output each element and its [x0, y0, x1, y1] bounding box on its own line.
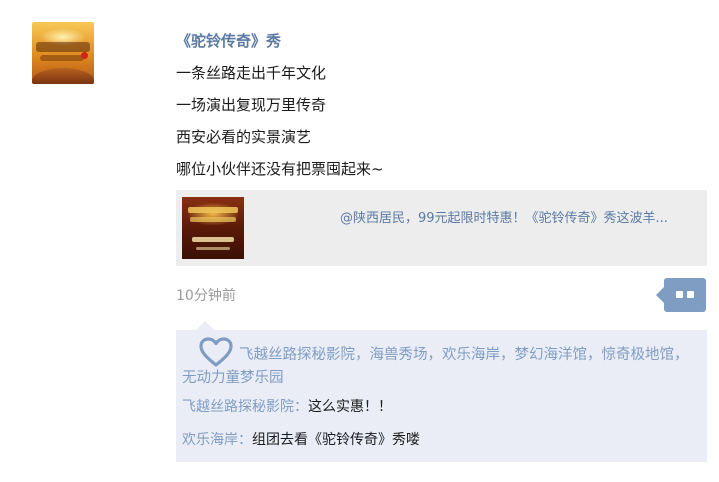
comment-separator: ：: [294, 399, 308, 415]
post-text-line-4: 哪位小伙伴还没有把票囤起来~: [176, 160, 384, 178]
comment-separator: ：: [238, 432, 252, 448]
link-title: @陕西居民，99元起限时特惠！《驼铃传奇》秀这波羊...: [340, 211, 668, 226]
likes-list[interactable]: 飞越丝路探秘影院，海兽秀场，欢乐海岸，梦幻海洋馆，惊奇极地馆，无动力童梦乐园: [182, 344, 702, 390]
comment-author[interactable]: 飞越丝路探秘影院: [182, 399, 294, 415]
comment-text: 这么实惠！！: [308, 399, 392, 415]
comment-author[interactable]: 欢乐海岸: [182, 432, 238, 448]
more-actions-button[interactable]: [656, 278, 706, 312]
post-text-line-1: 一条丝路走出千年文化: [176, 64, 327, 82]
more-actions-icon: [676, 291, 683, 298]
post-timestamp: 10分钟前: [176, 288, 236, 304]
thumbnail-logo-art: [192, 237, 234, 242]
comment-text: 组团去看《驼铃传奇》秀喽: [252, 432, 420, 448]
author-name[interactable]: 《驼铃传奇》秀: [176, 30, 281, 51]
link-thumbnail: [182, 197, 244, 259]
thumbnail-title-art: [188, 207, 238, 213]
post-text-line-3: 西安必看的实景演艺: [176, 128, 312, 146]
thumbnail-subtitle-art: [190, 217, 236, 222]
avatar-title-art: [36, 42, 90, 52]
avatar-seal-icon: [81, 52, 88, 59]
avatar-dunes: [32, 68, 94, 84]
more-actions-icon-dot: [687, 291, 694, 298]
avatar-subtitle-art: [40, 55, 84, 61]
shared-link-card[interactable]: @陕西居民，99元起限时特惠！《驼铃传奇》秀这波羊...: [176, 190, 707, 266]
interaction-panel: 飞越丝路探秘影院，海兽秀场，欢乐海岸，梦幻海洋馆，惊奇极地馆，无动力童梦乐园 飞…: [176, 321, 707, 462]
author-avatar[interactable]: [32, 22, 94, 84]
comment-item[interactable]: 欢乐海岸：组团去看《驼铃传奇》秀喽: [182, 429, 420, 449]
comment-item[interactable]: 飞越丝路探秘影院：这么实惠！！: [182, 396, 392, 416]
post-text-line-2: 一场演出复现万里传奇: [176, 96, 327, 114]
moments-feed: 《驼铃传奇》秀 一条丝路走出千年文化 一场演出复现万里传奇 西安必看的实景演艺 …: [0, 0, 719, 482]
thumbnail-caption-art: [196, 247, 230, 250]
